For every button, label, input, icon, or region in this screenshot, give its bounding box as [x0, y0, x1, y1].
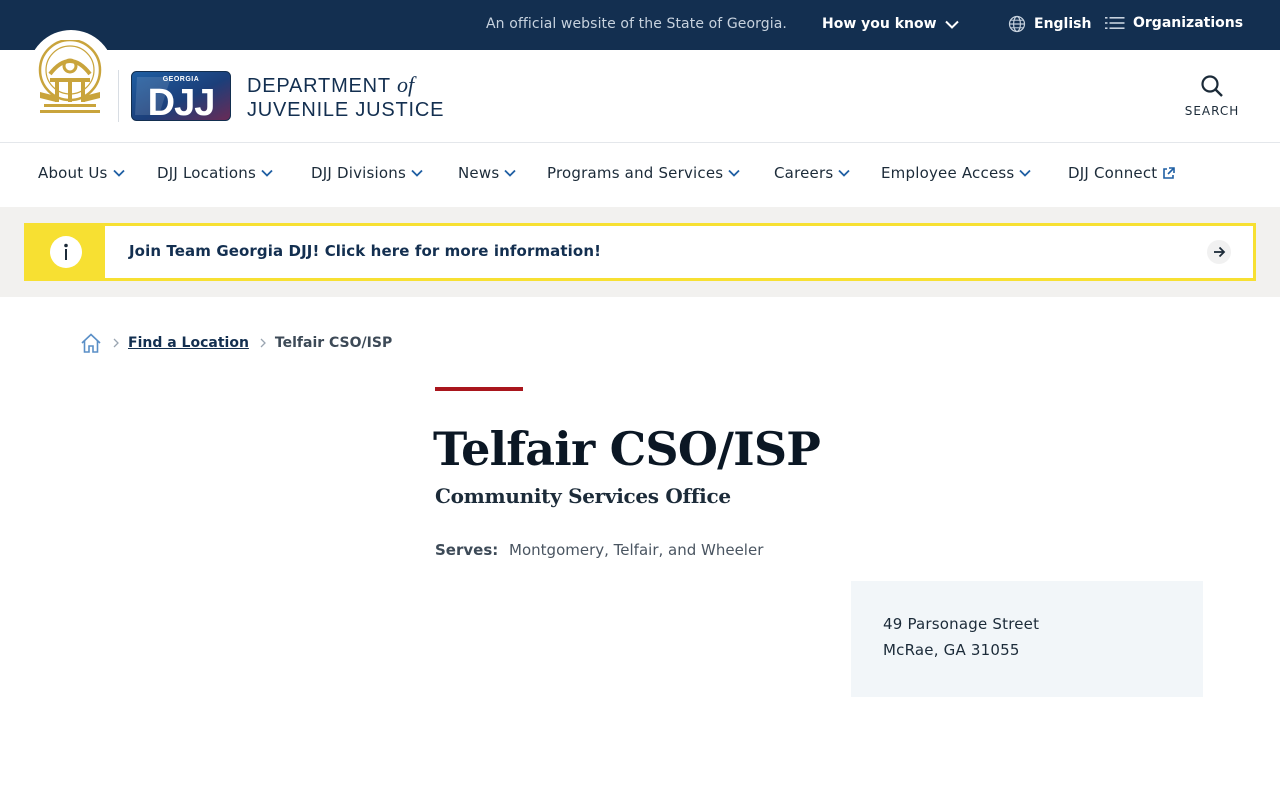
alert-icon-box: [27, 226, 105, 278]
address-card: 49 Parsonage Street McRae, GA 31055: [851, 581, 1203, 697]
djj-logo-text: DJJ: [148, 82, 215, 121]
dept-of: of: [396, 72, 415, 97]
official-site-text: An official website of the State of Geor…: [486, 16, 787, 32]
nav-djj-locations[interactable]: DJJ Locations: [157, 164, 273, 182]
nav-label: News: [458, 164, 500, 182]
how-you-know-label: How you know: [822, 16, 937, 32]
page-subtitle: Community Services Office: [435, 484, 731, 508]
nav-news[interactable]: News: [458, 164, 516, 182]
chevron-down-icon: [261, 169, 273, 177]
nav-label: Careers: [774, 164, 834, 182]
breadcrumb: Find a Location Telfair CSO/ISP: [80, 331, 392, 355]
nav-label: Programs and Services: [547, 164, 724, 182]
chevron-down-icon: [944, 20, 959, 29]
search-button[interactable]: SEARCH: [1176, 72, 1248, 122]
nav-programs-and-services[interactable]: Programs and Services: [547, 164, 740, 182]
search-label: SEARCH: [1184, 104, 1240, 118]
search-icon: [1201, 75, 1223, 97]
department-name-line2: JUVENILE JUSTICE: [247, 99, 445, 121]
nav-label: About Us: [38, 164, 108, 182]
chevron-down-icon: [504, 169, 516, 177]
serves-label: Serves:: [435, 541, 499, 559]
logo-divider: [118, 70, 119, 122]
page-title: Telfair CSO/ISP: [433, 422, 821, 476]
home-icon[interactable]: [80, 332, 102, 354]
external-link-icon: [1163, 166, 1176, 179]
nav-employee-access[interactable]: Employee Access: [881, 164, 1032, 182]
serves-counties: Montgomery, Telfair, and Wheeler: [509, 541, 764, 559]
chevron-right-icon: [259, 338, 267, 348]
nav-label: Employee Access: [881, 164, 1015, 182]
arrow-right-icon[interactable]: [1207, 240, 1231, 264]
address-street: 49 Parsonage Street: [883, 615, 1040, 633]
nav-label: DJJ Divisions: [311, 164, 407, 182]
georgia-seal-icon[interactable]: [36, 40, 104, 116]
alert-text: Join Team Georgia DJJ! Click here for mo…: [129, 242, 602, 260]
department-name-line1: DEPARTMENT of: [247, 73, 444, 98]
nav-about-us[interactable]: About Us: [38, 164, 125, 182]
chevron-down-icon: [411, 169, 423, 177]
official-banner: An official website of the State of Geor…: [0, 0, 1280, 50]
organizations-link[interactable]: Organizations: [1105, 15, 1243, 31]
serves-info: Serves: Montgomery, Telfair, and Wheeler: [435, 541, 763, 559]
address-city: McRae, GA 31055: [883, 641, 1020, 659]
title-accent-rule: [435, 387, 523, 391]
language-selector[interactable]: English: [1008, 15, 1091, 33]
breadcrumb-current: Telfair CSO/ISP: [274, 335, 393, 351]
nav-djj-connect[interactable]: DJJ Connect: [1068, 164, 1176, 182]
djj-logo[interactable]: GEORGIA DJJ: [131, 71, 231, 121]
nav-label: DJJ Connect: [1068, 164, 1158, 182]
breadcrumb-find-location[interactable]: Find a Location: [128, 335, 249, 351]
info-icon: [50, 236, 82, 268]
chevron-down-icon: [728, 169, 740, 177]
chevron-down-icon: [1019, 169, 1032, 177]
nav-careers[interactable]: Careers: [774, 164, 850, 182]
dept-prefix: DEPARTMENT: [247, 75, 391, 97]
list-icon: [1105, 17, 1125, 29]
how-you-know-toggle[interactable]: How you know: [822, 16, 959, 32]
nav-label: DJJ Locations: [157, 164, 257, 182]
organizations-label: Organizations: [1133, 15, 1244, 31]
careers-alert-banner[interactable]: Join Team Georgia DJJ! Click here for mo…: [24, 223, 1256, 281]
department-name[interactable]: DEPARTMENT of JUVENILE JUSTICE: [247, 73, 444, 122]
chevron-down-icon: [112, 169, 125, 177]
nav-djj-divisions[interactable]: DJJ Divisions: [311, 164, 423, 182]
chevron-down-icon: [838, 169, 850, 177]
chevron-right-icon: [112, 338, 120, 348]
globe-icon: [1008, 15, 1026, 33]
language-label: English: [1034, 16, 1092, 32]
